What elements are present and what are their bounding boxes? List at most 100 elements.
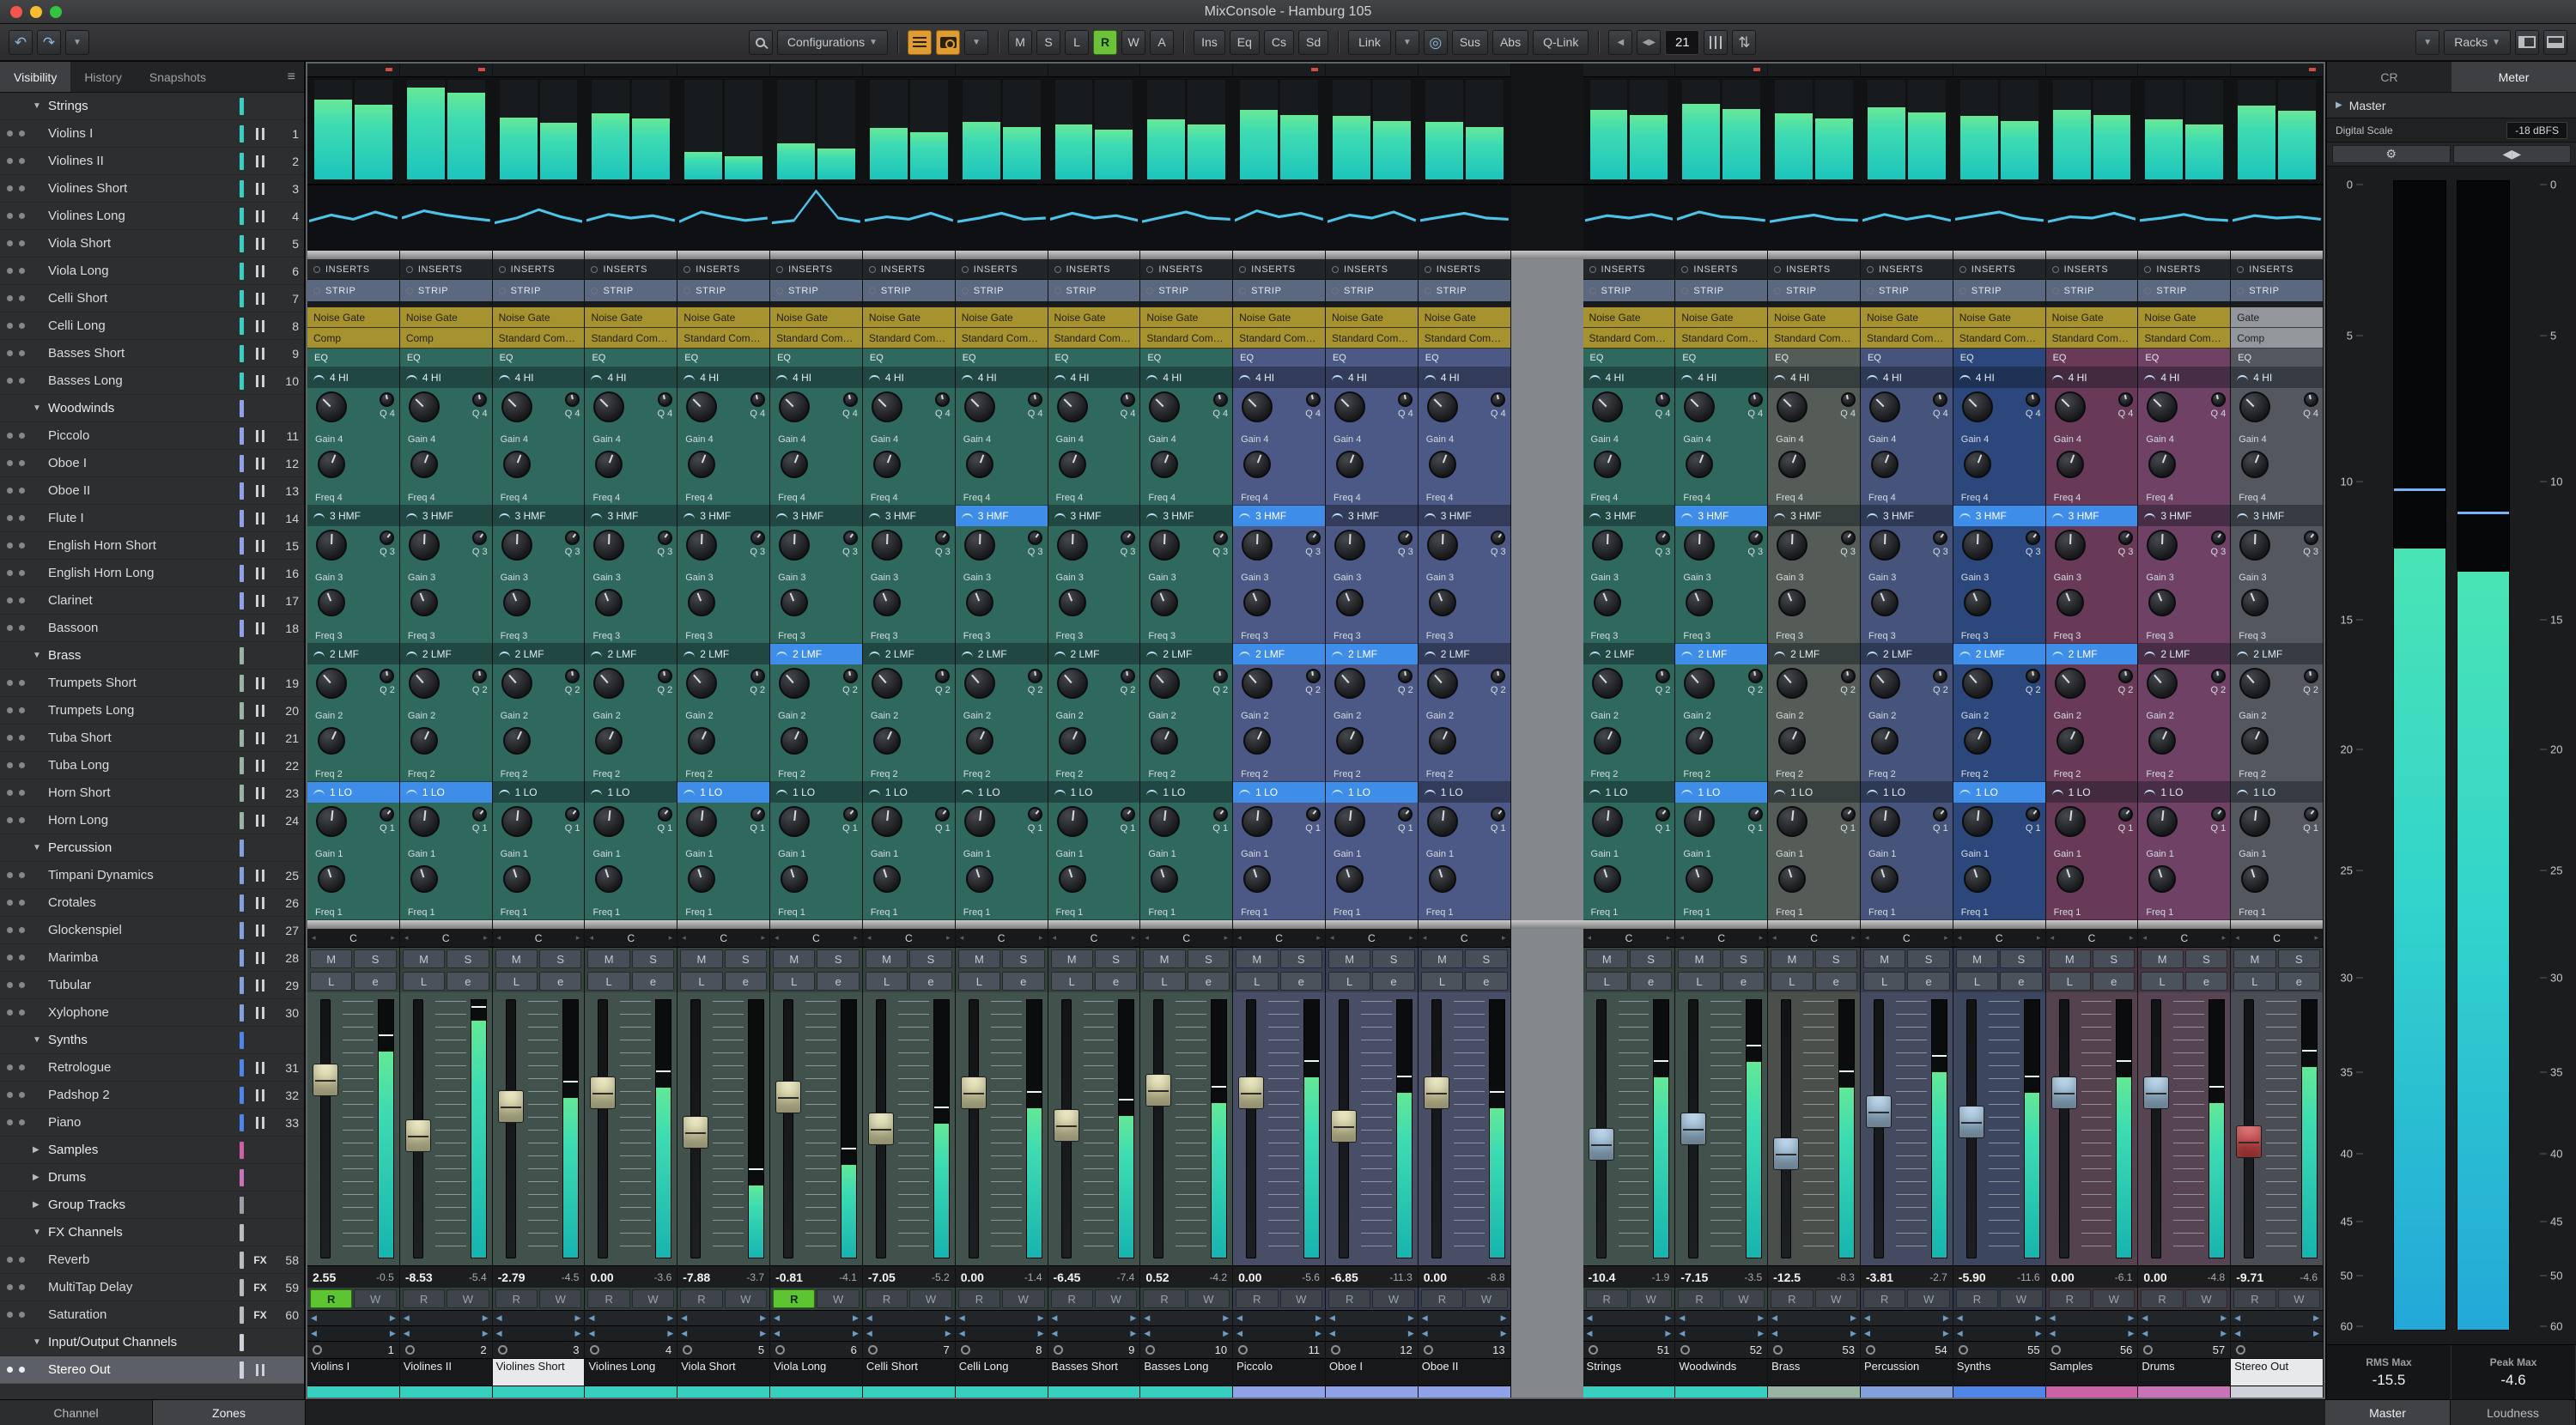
eq-curve-display[interactable] [307, 184, 399, 251]
gate-slot[interactable]: Noise Gate [1860, 307, 1953, 328]
inserts-header[interactable]: INSERTS [2138, 259, 2231, 280]
eq-gain-knob[interactable] [408, 668, 440, 699]
solo-button[interactable]: S [1814, 949, 1857, 968]
read-automation-button[interactable]: R [402, 1289, 446, 1308]
eq-gain-knob[interactable] [1056, 668, 1088, 699]
edit-channel-button[interactable]: e [354, 972, 397, 991]
fader-track[interactable] [2143, 999, 2170, 1258]
write-automation-button[interactable]: W [354, 1289, 397, 1308]
pan-control[interactable]: ◂ C ▸ [1418, 929, 1510, 948]
inserts-header[interactable]: INSERTS [492, 259, 585, 280]
sidebar-channel-row[interactable]: English Horn Long 16 [0, 560, 304, 587]
listen-button[interactable]: L [587, 972, 630, 991]
rack-divider[interactable] [1048, 251, 1140, 259]
digital-scale-value[interactable]: -18 dBFS [2506, 121, 2567, 139]
eq-q-knob[interactable] [2118, 669, 2134, 683]
strip-header[interactable]: STRIP [2231, 280, 2324, 302]
eq-q-knob[interactable] [1491, 807, 1506, 822]
eq-q-knob[interactable] [935, 807, 951, 822]
strip-header[interactable]: STRIP [677, 280, 770, 302]
eq-band-header[interactable]: 2 LMF [770, 644, 862, 664]
eq-freq-knob[interactable] [1778, 865, 1807, 893]
eq-gain-knob[interactable] [1426, 530, 1458, 561]
monitor-led[interactable] [1145, 1345, 1156, 1355]
gate-slot[interactable]: Noise Gate [307, 307, 399, 328]
write-automation-button[interactable]: W [1002, 1289, 1045, 1308]
output-routing-row[interactable]: ◀ ▶ [955, 1325, 1048, 1341]
peak-db-value[interactable]: -11.3 [1389, 1271, 1412, 1283]
suspend-automation-button[interactable]: A [1150, 29, 1175, 55]
visibility-dot[interactable] [19, 900, 25, 906]
visibility-dot[interactable] [19, 570, 25, 576]
eq-freq-knob[interactable] [1243, 865, 1272, 893]
channel-color-strip[interactable] [2138, 1386, 2231, 1398]
eq-gain-knob[interactable] [1426, 806, 1458, 837]
read-automation-button[interactable]: R [1862, 1289, 1906, 1308]
fader-divider[interactable] [1140, 920, 1233, 929]
peak-db-value[interactable]: -1.9 [1652, 1271, 1670, 1283]
listen-button[interactable]: L [2048, 972, 2091, 991]
sidebar-channel-row[interactable]: MultiTap Delay FX 59 [0, 1274, 304, 1301]
go-to-first-channel-button[interactable]: ◀ [1608, 29, 1633, 55]
eq-curve-display[interactable] [1418, 184, 1510, 251]
peak-db-value[interactable]: -1.4 [1024, 1271, 1042, 1283]
write-automation-button[interactable]: W [2093, 1289, 2136, 1308]
mute-button[interactable]: M [957, 949, 1001, 968]
input-routing-row[interactable]: ◀ ▶ [2231, 1310, 2324, 1325]
eq-gain-knob[interactable] [686, 668, 718, 699]
visibility-dot[interactable] [7, 735, 13, 741]
solo-button[interactable]: S [2184, 949, 2228, 968]
eq-freq-knob[interactable] [1428, 589, 1456, 616]
eq-freq-knob[interactable] [1335, 727, 1364, 755]
eq-q-knob[interactable] [1840, 669, 1856, 683]
meter-settings-button[interactable]: ⚙ [2332, 145, 2451, 163]
bypass-eq-button[interactable]: Eq [1229, 29, 1260, 55]
rack-divider[interactable] [2231, 251, 2324, 259]
gate-slot[interactable]: Noise Gate [2045, 307, 2138, 328]
fader-handle[interactable] [1958, 1106, 1984, 1139]
visibility-dot[interactable] [7, 323, 13, 329]
fader-db-value[interactable]: -12.5 [1773, 1270, 1801, 1284]
pan-control[interactable]: ◂ C ▸ [1953, 929, 2045, 948]
eq-freq-knob[interactable] [872, 865, 901, 893]
strip-header[interactable]: STRIP [307, 280, 399, 302]
compressor-slot[interactable]: Standard Com… [1860, 328, 1953, 349]
eq-freq-knob[interactable] [1963, 865, 1991, 893]
eq-q-knob[interactable] [2303, 392, 2318, 407]
solo-button[interactable]: S [1187, 949, 1230, 968]
listen-button[interactable]: L [1771, 972, 1814, 991]
eq-q-knob[interactable] [472, 531, 488, 545]
eq-band-header[interactable]: 3 HMF [1048, 506, 1140, 526]
visibility-dot[interactable] [7, 982, 13, 988]
solo-button[interactable]: S [1629, 949, 1673, 968]
eq-q-knob[interactable] [657, 807, 672, 822]
visibility-dot[interactable] [7, 680, 13, 686]
peak-db-value[interactable]: -5.4 [469, 1271, 487, 1283]
visibility-dot[interactable] [7, 460, 13, 466]
eq-freq-knob[interactable] [1593, 589, 1621, 616]
inserts-header[interactable]: INSERTS [1418, 259, 1510, 280]
visibility-dot[interactable] [19, 597, 25, 603]
mute-button[interactable]: M [1955, 949, 1999, 968]
eq-freq-knob[interactable] [1151, 589, 1179, 616]
visibility-dot[interactable] [19, 1010, 25, 1016]
eq-freq-knob[interactable] [1151, 865, 1179, 893]
eq-band-header[interactable]: 2 LMF [955, 644, 1048, 664]
edit-channel-button[interactable]: e [1094, 972, 1138, 991]
eq-gain-knob[interactable] [1961, 530, 1993, 561]
sus-button[interactable]: Sus [1451, 29, 1488, 55]
eq-curve-display[interactable] [2045, 184, 2138, 251]
inserts-header[interactable]: INSERTS [677, 259, 770, 280]
eq-gain-knob[interactable] [1149, 391, 1181, 422]
sidebar-channel-row[interactable]: Piccolo 11 [0, 422, 304, 450]
listen-button[interactable]: L [1420, 972, 1464, 991]
strip-channel-name[interactable]: Celli Short [862, 1358, 955, 1386]
tab-master[interactable]: Master [2325, 1400, 2451, 1425]
temporary-link-button[interactable]: ◎ [1423, 29, 1448, 55]
eq-q-knob[interactable] [1398, 392, 1413, 407]
tab-zones[interactable]: Zones [153, 1400, 306, 1425]
eq-freq-knob[interactable] [2241, 589, 2269, 616]
inserts-header[interactable]: INSERTS [1233, 259, 1325, 280]
sidebar-channel-row[interactable]: Reverb FX 58 [0, 1246, 304, 1274]
strip-channel-name[interactable]: Stereo Out [2231, 1358, 2324, 1386]
